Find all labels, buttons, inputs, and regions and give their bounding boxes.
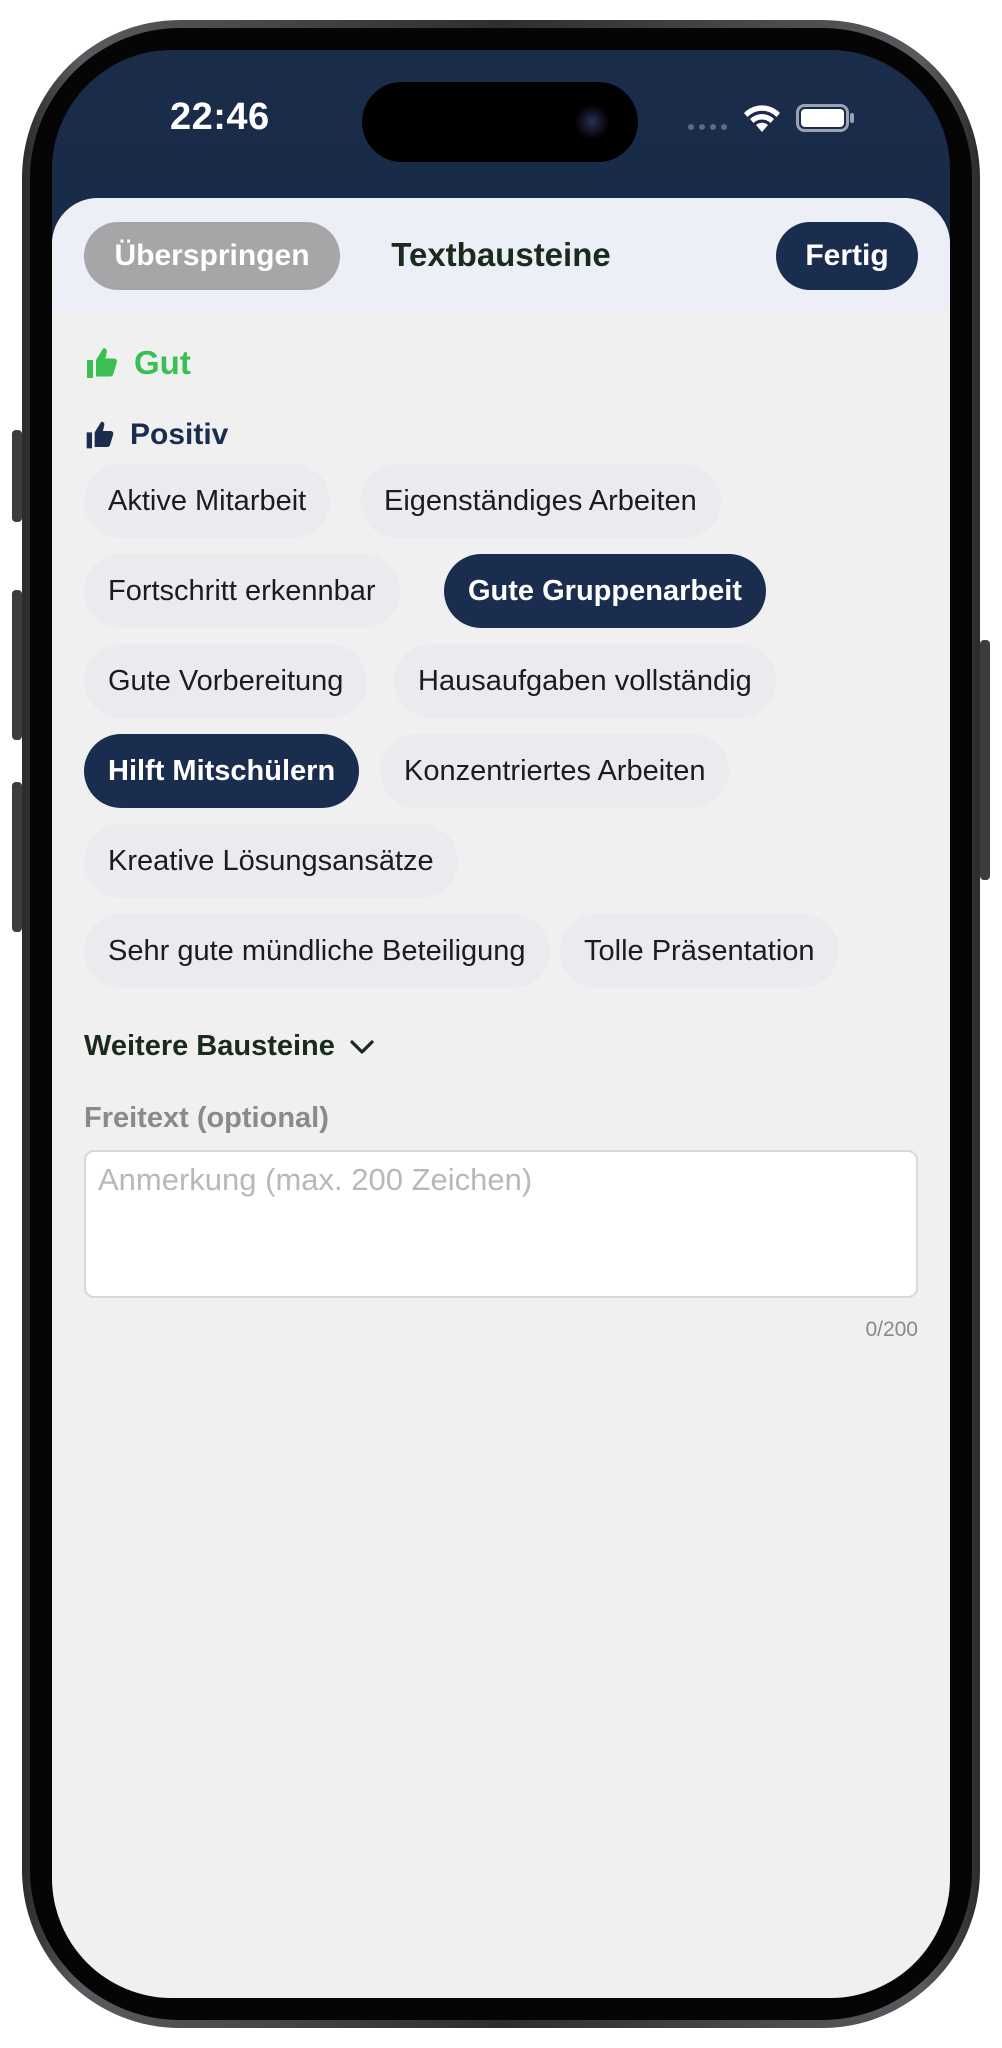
cellular-signal-icon: [688, 124, 727, 130]
chip-hilft-mitschuelern[interactable]: Hilft Mitschülern: [84, 734, 360, 808]
freitext-label: Freitext (optional): [84, 1102, 329, 1134]
wifi-icon: [744, 105, 780, 132]
rating-label: Gut: [134, 344, 191, 381]
chip-aktive-mitarbeit[interactable]: Aktive Mitarbeit: [84, 464, 331, 538]
power-button: [980, 640, 990, 880]
chip-konzentriertes-arbeiten[interactable]: Konzentriertes Arbeiten: [380, 734, 730, 808]
more-blocks-label: Weitere Bausteine: [84, 1030, 335, 1062]
rating-heading: Gut: [84, 344, 191, 382]
battery-icon: [796, 104, 854, 132]
thumbs-up-icon: [86, 421, 114, 449]
chip-gute-vorbereitung[interactable]: Gute Vorbereitung: [84, 644, 368, 718]
camera-icon: [574, 104, 610, 140]
volume-up-button: [12, 590, 22, 740]
volume-down-button: [12, 782, 22, 932]
chip-hausaufgaben-vollstaendig[interactable]: Hausaufgaben vollständig: [394, 644, 776, 718]
action-button: [12, 430, 22, 522]
status-time: 22:46: [170, 96, 270, 138]
character-counter: 0/200: [865, 1318, 918, 1341]
category-label: Positiv: [130, 418, 229, 451]
chevron-down-icon: [350, 1039, 374, 1054]
category-heading: Positiv: [84, 418, 228, 452]
chip-fortschritt-erkennbar[interactable]: Fortschritt erkennbar: [84, 554, 400, 628]
chip-sehr-gute-muendliche-beteiligung[interactable]: Sehr gute mündliche Beteiligung: [84, 914, 550, 988]
more-blocks-toggle[interactable]: Weitere Bausteine: [84, 1030, 375, 1063]
thumbs-up-icon: [87, 348, 117, 378]
screen: 22:46 Überspringen Textbausteine Fertig …: [52, 50, 950, 1998]
note-textarea[interactable]: [84, 1150, 918, 1298]
chip-kreative-loesungsansaetze[interactable]: Kreative Lösungsansätze: [84, 824, 458, 898]
chip-tolle-praesentation[interactable]: Tolle Präsentation: [560, 914, 839, 988]
sheet-header: Überspringen Textbausteine Fertig: [52, 198, 950, 312]
done-button[interactable]: Fertig: [776, 222, 918, 290]
textbausteine-sheet: Überspringen Textbausteine Fertig Gut Po…: [52, 198, 950, 1998]
chip-gute-gruppenarbeit[interactable]: Gute Gruppenarbeit: [444, 554, 766, 628]
chip-eigenstaendiges-arbeiten[interactable]: Eigenständiges Arbeiten: [360, 464, 721, 538]
dynamic-island: [362, 82, 638, 162]
